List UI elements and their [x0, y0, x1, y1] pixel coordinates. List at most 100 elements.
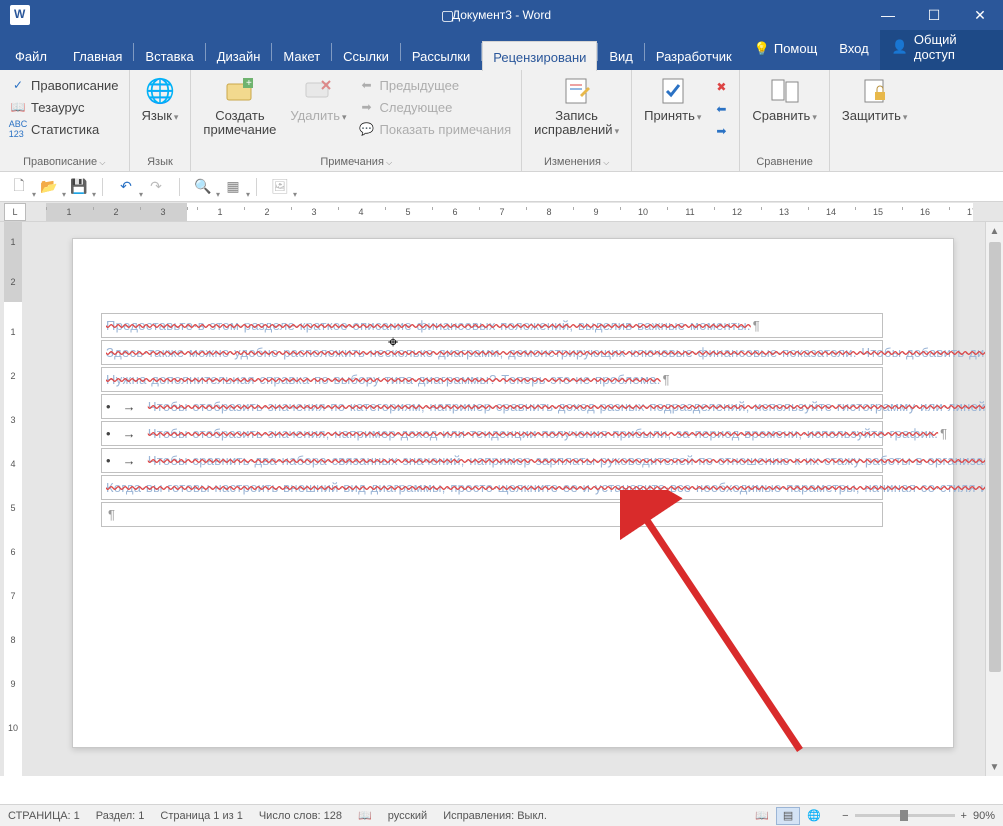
undo-button[interactable]: ↶▾	[115, 176, 137, 198]
print-layout-button[interactable]: ▤	[776, 807, 800, 825]
accept-button[interactable]: Принять	[638, 72, 707, 124]
web-layout-button[interactable]: 🌐	[802, 807, 826, 825]
tell-me[interactable]: 💡Помощ	[743, 32, 829, 64]
protect-label: Защитить	[842, 109, 908, 124]
status-bar: СТРАНИЦА: 1 Раздел: 1 Страница 1 из 1 Чи…	[0, 804, 1003, 826]
status-track-changes[interactable]: Исправления: Выкл.	[443, 810, 547, 822]
vertical-scrollbar[interactable]: ▲ ▼	[985, 222, 1003, 776]
title-bar: Документ3 - Word ▢ — ☐ ✕	[0, 0, 1003, 30]
reject-button[interactable]: ✖	[709, 76, 733, 98]
next-change-button[interactable]: ➡	[709, 120, 733, 142]
tab-developer[interactable]: Разработчик	[645, 40, 743, 71]
share-button[interactable]: 👤Общий доступ	[880, 24, 1003, 70]
text: Нужна·дополнительная·справка·по·выбору·т…	[106, 372, 661, 387]
status-word-count[interactable]: Число слов: 128	[259, 810, 342, 822]
status-language[interactable]: русский	[388, 810, 427, 822]
spelling-label: Правописание	[31, 78, 119, 93]
tab-references[interactable]: Ссылки	[332, 40, 400, 71]
tab-design[interactable]: Дизайн	[206, 40, 272, 71]
check-icon: ✓	[10, 77, 26, 93]
scroll-up-icon[interactable]: ▲	[986, 222, 1003, 240]
print-preview-button[interactable]: 🔍▾	[192, 176, 214, 198]
thesaurus-button[interactable]: 📖Тезаурус	[6, 96, 123, 118]
next-change-icon: ➡	[713, 123, 729, 139]
paragraph[interactable]: Здесь·также·можно·удобно·расположить·нес…	[101, 340, 883, 365]
tab-insert[interactable]: Вставка	[134, 40, 204, 71]
paragraph[interactable]: Когда·вы·готовы·настроить·внешний·вид·ди…	[101, 475, 883, 500]
minimize-button[interactable]: —	[865, 0, 911, 30]
save-button[interactable]: 💾▾	[68, 176, 90, 198]
status-page[interactable]: СТРАНИЦА: 1	[8, 810, 80, 822]
group-comments: + Создать примечание Удалить ⬅ Предыдущее…	[191, 70, 522, 171]
new-doc-button[interactable]: 🗋▾	[8, 176, 30, 198]
text: Чтобы·отобразить·значения·по·категориям,…	[148, 399, 985, 414]
paragraph[interactable]: Нужна·дополнительная·справка·по·выбору·т…	[101, 367, 883, 392]
track-changes-button[interactable]: Запись исправлений	[528, 72, 625, 138]
tab-mailings[interactable]: Рассылки	[401, 40, 481, 71]
tab-layout[interactable]: Макет	[272, 40, 331, 71]
word-count-button[interactable]: ABC123Статистика	[6, 118, 123, 140]
show-comments-icon: 💬	[359, 121, 375, 137]
show-comments-button[interactable]: 💬Показать примечания	[355, 118, 516, 140]
tab-file[interactable]: Файл	[0, 40, 62, 71]
ribbon: ✓ Правописание 📖Тезаурус ABC123Статистика…	[0, 70, 1003, 172]
horizontal-ruler[interactable]: 1231234567891011121314151617	[46, 203, 973, 221]
redo-button[interactable]: ↷	[145, 176, 167, 198]
tab-view[interactable]: Вид	[598, 40, 644, 71]
prev-change-icon: ⬅	[713, 101, 729, 117]
scroll-down-icon[interactable]: ▼	[986, 758, 1003, 776]
document-page[interactable]: Предоставьте·в·этом·разделе·краткое·опис…	[72, 238, 954, 748]
table-button[interactable]: ▦▾	[222, 176, 244, 198]
accept-label: Принять	[644, 109, 701, 124]
new-comment-button[interactable]: + Создать примечание	[197, 72, 282, 137]
prev-comment-button[interactable]: ⬅ Предыдущее	[355, 74, 516, 96]
status-page-of[interactable]: Страница 1 из 1	[160, 810, 242, 822]
vertical-ruler[interactable]: 1212345678910	[0, 222, 26, 776]
svg-text:+: +	[246, 78, 252, 89]
picture-button[interactable]: 🖼▾	[269, 176, 291, 198]
tab-home[interactable]: Главная	[62, 40, 133, 71]
spelling-button[interactable]: ✓ Правописание	[6, 74, 123, 96]
close-button[interactable]: ✕	[957, 0, 1003, 30]
compare-label: Сравнить	[752, 109, 816, 124]
maximize-button[interactable]: ☐	[911, 0, 957, 30]
tab-selector[interactable]: L	[4, 203, 26, 221]
zoom-out-button[interactable]: −	[842, 810, 848, 822]
group-changes-label	[638, 154, 733, 171]
text: Чтобы·сравнить·два·набора·связанных·знач…	[148, 453, 985, 468]
paragraph[interactable]: • → Чтобы·отобразить·значения,·например·…	[101, 421, 883, 446]
text: Предоставьте·в·этом·разделе·краткое·опис…	[106, 318, 751, 333]
prev-icon: ⬅	[359, 77, 375, 93]
paragraph[interactable]: • → Чтобы·сравнить·два·набора·связанных·…	[101, 448, 883, 473]
new-comment-label: Создать примечание	[203, 109, 276, 137]
zoom-level[interactable]: 90%	[973, 810, 995, 822]
prev-label: Предыдущее	[380, 78, 460, 93]
next-comment-button[interactable]: ➡ Следующее	[355, 96, 516, 118]
lock-icon	[858, 75, 892, 107]
zoom-in-button[interactable]: +	[961, 810, 967, 822]
paragraph[interactable]: • → Чтобы·отобразить·значения·по·категор…	[101, 394, 883, 419]
sign-in[interactable]: Вход	[828, 32, 879, 63]
group-language: 🌐 Язык Язык	[130, 70, 192, 171]
status-section[interactable]: Раздел: 1	[96, 810, 145, 822]
open-button[interactable]: 📂▾	[38, 176, 60, 198]
reject-icon: ✖	[713, 79, 729, 95]
document-area: 1212345678910 Предоставьте·в·этом·раздел…	[0, 222, 1003, 776]
zoom-slider[interactable]	[855, 814, 955, 817]
protect-button[interactable]: Защитить	[836, 72, 914, 124]
prev-change-button[interactable]: ⬅	[709, 98, 733, 120]
language-button[interactable]: 🌐 Язык	[136, 72, 185, 124]
track-label: Запись исправлений	[534, 109, 619, 138]
paragraph[interactable]	[101, 502, 883, 527]
read-mode-button[interactable]: 📖	[750, 807, 774, 825]
compare-button[interactable]: Сравнить	[746, 72, 822, 124]
next-label: Следующее	[380, 100, 453, 115]
group-compare-label: Сравнение	[746, 154, 822, 171]
delete-comment-button[interactable]: Удалить	[284, 72, 352, 124]
paragraph[interactable]: Предоставьте·в·этом·разделе·краткое·опис…	[101, 313, 883, 338]
share-label: Общий доступ	[914, 32, 991, 62]
next-icon: ➡	[359, 99, 375, 115]
scroll-thumb[interactable]	[989, 242, 1001, 672]
proofing-status-icon[interactable]: 📖	[358, 809, 372, 822]
tab-review[interactable]: Рецензировани	[482, 41, 597, 71]
